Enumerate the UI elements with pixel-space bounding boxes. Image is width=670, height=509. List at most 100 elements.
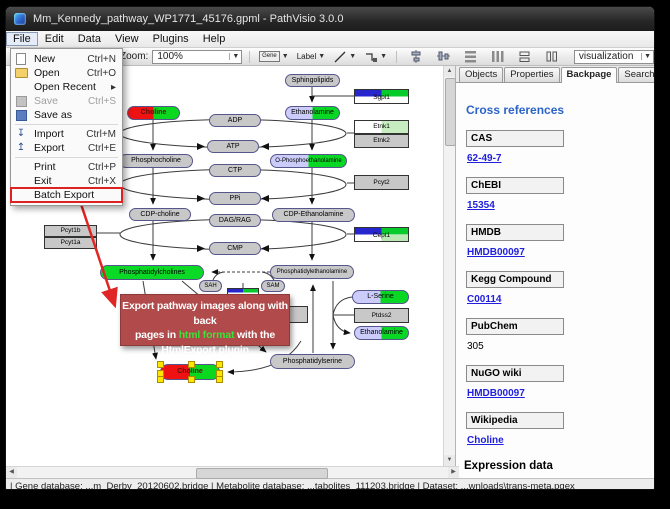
xref-source-name: Kegg Compound — [466, 271, 564, 288]
callout-line1: Export pathway images along with back — [121, 299, 289, 328]
gene-pcyt1b[interactable]: Pcyt1b — [44, 225, 97, 237]
connector-tool-button[interactable]: ▼ — [362, 50, 389, 63]
selection-handle[interactable] — [157, 361, 164, 368]
xref-link[interactable]: HMDB00097 — [467, 247, 654, 258]
align-center-x-icon[interactable] — [410, 50, 423, 63]
xref-link[interactable]: 15354 — [467, 200, 654, 211]
gene-etnk1[interactable]: Etnk1 — [354, 120, 409, 134]
gene-sgpl1[interactable]: Sgpl1 — [354, 89, 409, 104]
menu-help[interactable]: Help — [196, 32, 233, 46]
node-phosphatidylcholines[interactable]: Phosphatidylcholines — [100, 265, 204, 280]
horizontal-scroll-thumb[interactable] — [196, 468, 328, 479]
node-cmp[interactable]: CMP — [209, 242, 261, 255]
node-o-phosphoethanolamine[interactable]: O-Phosphoethanolamine — [270, 154, 347, 168]
distribute-vertical-icon[interactable] — [464, 50, 477, 63]
xref-source-name: HMDB — [466, 224, 564, 241]
node-sam[interactable]: SAM — [261, 280, 285, 292]
menu-edit[interactable]: Edit — [38, 32, 71, 46]
gene-etnk2[interactable]: Etnk2 — [354, 134, 409, 148]
gene-pcyt1a[interactable]: Pcyt1a — [44, 237, 97, 249]
selection-handle[interactable] — [188, 361, 195, 368]
export-icon: ↥ — [14, 142, 28, 154]
node-dag[interactable]: DAG/RAG — [209, 214, 261, 227]
menu-view[interactable]: View — [108, 32, 146, 46]
node-l-serine[interactable]: L-Serine — [352, 290, 409, 304]
menu-plugins[interactable]: Plugins — [146, 32, 196, 46]
xref-section-kegg: Kegg Compound C00114 — [466, 271, 654, 305]
node-phosphatidylethanolamine[interactable]: Phosphatidylethanolamine — [270, 265, 354, 279]
visualization-combobox[interactable]: visualization ▼ — [574, 50, 654, 64]
align-center-y-icon[interactable] — [437, 50, 450, 63]
menu-file[interactable]: File — [6, 32, 38, 46]
node-ethanolamine[interactable]: Ethanolamine — [285, 106, 340, 120]
gene-pcyt2[interactable]: Pcyt2 — [354, 175, 409, 190]
xref-link[interactable]: C00114 — [467, 294, 654, 305]
window-title: Mm_Kennedy_pathway_WP1771_45176.gpml - P… — [33, 13, 343, 25]
new-file-icon — [14, 53, 28, 65]
status-bar: | Gene database: ...m_Derby_20120602.bri… — [6, 478, 654, 490]
zoom-combobox[interactable]: 100% ▼ — [152, 50, 242, 64]
node-sah[interactable]: SAH — [199, 280, 222, 292]
xref-link[interactable]: HMDB00097 — [467, 388, 654, 399]
scroll-left-icon[interactable]: ◀ — [6, 467, 17, 478]
datanode-button[interactable]: Gene ▼ — [257, 50, 291, 63]
selection-handle[interactable] — [216, 376, 223, 383]
selection-handle[interactable] — [216, 361, 223, 368]
selection-handle[interactable] — [188, 376, 195, 383]
xref-section-cas: CAS 62-49-7 — [466, 130, 654, 164]
chevron-down-icon: ▼ — [380, 53, 387, 60]
tab-properties[interactable]: Properties — [504, 67, 559, 82]
title-bar[interactable]: Mm_Kennedy_pathway_WP1771_45176.gpml - P… — [6, 7, 654, 31]
node-cdp-ethanolamine[interactable]: CDP-Ethanolamine — [272, 208, 355, 222]
node-adp[interactable]: ADP — [209, 114, 261, 127]
stack-vertical-icon[interactable] — [518, 50, 531, 63]
tab-objects[interactable]: Objects — [459, 67, 503, 82]
selection-handle[interactable] — [157, 376, 164, 383]
line-tool-button[interactable]: ▼ — [331, 50, 358, 63]
file-menu-batch-export[interactable]: Batch Export — [11, 188, 122, 202]
node-ethanolamine-2[interactable]: Ethanolamine — [354, 326, 409, 340]
backpage-panel[interactable]: Cross references CAS 62-49-7 ChEBI 15354… — [456, 82, 654, 478]
file-menu-save[interactable]: SaveCtrl+S — [11, 94, 122, 108]
node-phosphocholine[interactable]: Phosphocholine — [119, 154, 193, 168]
open-folder-icon — [14, 67, 28, 79]
app-icon — [14, 13, 26, 25]
node-cdp-choline[interactable]: CDP-choline — [129, 208, 191, 221]
xref-section-chebi: ChEBI 15354 — [466, 177, 654, 211]
gene-cept1[interactable]: Cept1 — [354, 227, 409, 242]
xref-link[interactable]: 62-49-7 — [467, 153, 654, 164]
tab-search[interactable]: Search — [618, 67, 655, 82]
menu-data[interactable]: Data — [71, 32, 108, 46]
node-choline-selected[interactable]: Choline — [160, 364, 220, 380]
menu-separator — [15, 157, 118, 158]
gene-box-partial[interactable] — [288, 306, 308, 323]
file-menu-import[interactable]: ↧ ImportCtrl+M — [11, 127, 122, 141]
node-ctp[interactable]: CTP — [209, 164, 261, 177]
side-panel-tabs: Objects Properties Backpage Search Legen… — [456, 66, 654, 82]
tab-backpage[interactable]: Backpage — [561, 67, 618, 83]
stack-horizontal-icon[interactable] — [545, 50, 558, 63]
file-menu-open-recent[interactable]: Open Recent▸ — [11, 80, 122, 94]
xref-section-hmdb: HMDB HMDB00097 — [466, 224, 654, 258]
file-menu-export[interactable]: ↥ ExportCtrl+E — [11, 141, 122, 155]
expression-data-heading: Expression data — [464, 460, 654, 472]
chevron-down-icon: ▼ — [641, 53, 651, 60]
file-menu-exit[interactable]: ExitCtrl+X — [11, 174, 122, 188]
node-sphingolipids[interactable]: Sphingolipids — [285, 74, 340, 87]
xref-link[interactable]: Choline — [467, 435, 654, 446]
file-menu-new[interactable]: NewCtrl+N — [11, 52, 122, 66]
distribute-horizontal-icon[interactable] — [491, 50, 504, 63]
file-menu-print[interactable]: PrintCtrl+P — [11, 160, 122, 174]
file-menu-open[interactable]: OpenCtrl+O — [11, 66, 122, 80]
horizontal-scrollbar[interactable]: ◀ ▶ — [6, 466, 459, 478]
toolbar-separator — [249, 51, 250, 63]
node-ppi[interactable]: PPi — [209, 192, 261, 205]
file-menu-save-as[interactable]: Save as — [11, 108, 122, 122]
chevron-down-icon: ▼ — [349, 53, 356, 60]
node-atp[interactable]: ATP — [207, 140, 259, 153]
save-icon — [14, 95, 28, 107]
label-button[interactable]: Label ▼ — [295, 50, 328, 63]
gene-ptdss2[interactable]: Ptdss2 — [354, 308, 409, 323]
node-choline[interactable]: Choline — [127, 106, 180, 120]
scroll-right-icon[interactable]: ▶ — [448, 467, 459, 478]
